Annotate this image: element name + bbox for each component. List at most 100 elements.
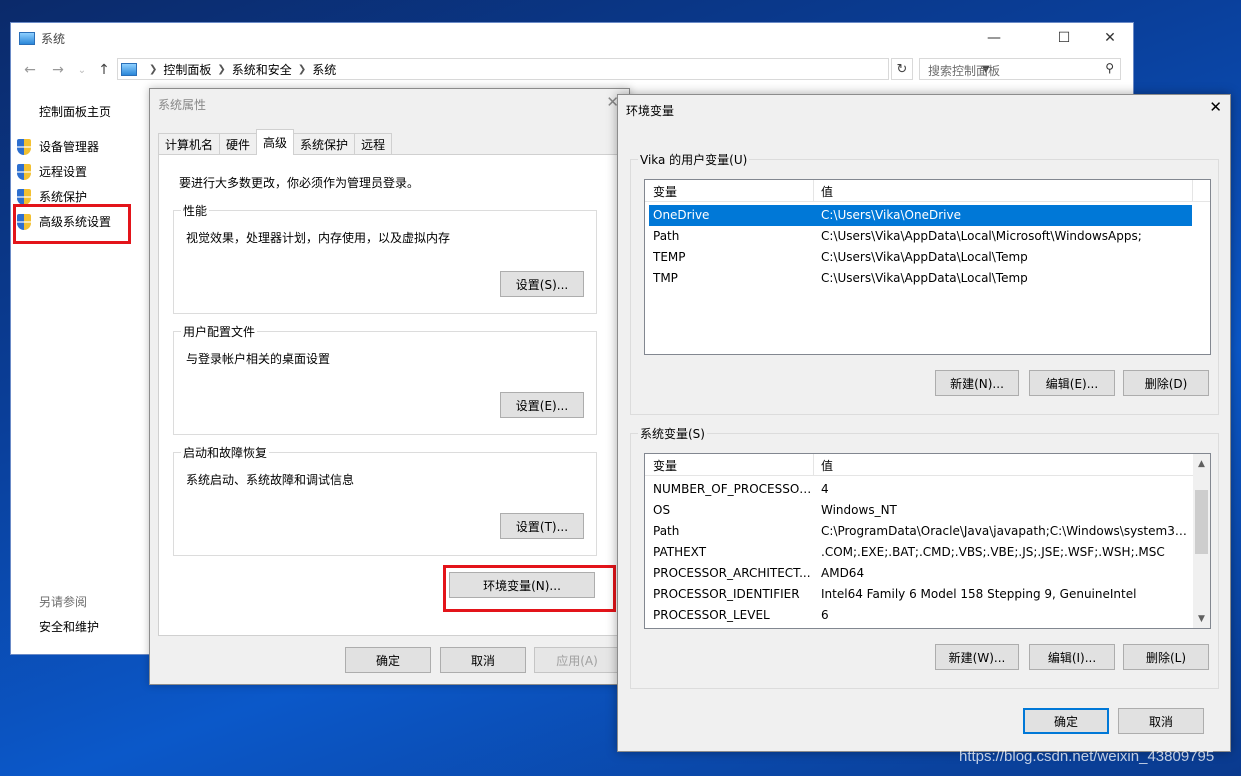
table-row[interactable]: TMP C:\Users\Vika\AppData\Local\Temp	[649, 268, 1192, 289]
user-variables-list[interactable]: 变量 值 OneDrive C:\Users\Vika\OneDrive Pat…	[644, 179, 1211, 355]
user-profiles-settings-button[interactable]: 设置(E)...	[500, 392, 584, 418]
variable-value: C:\Users\Vika\AppData\Local\Microsoft\Wi…	[821, 229, 1142, 243]
shield-icon	[17, 163, 31, 180]
table-row[interactable]: PROCESSOR_LEVEL 6	[649, 605, 1192, 626]
apply-button[interactable]: 应用(A)	[534, 647, 620, 673]
variable-name: OS	[653, 503, 671, 517]
sidebar-item-label: 系统保护	[39, 190, 88, 204]
variable-value: Windows_NT	[821, 503, 897, 517]
back-arrow-icon[interactable]: ←	[19, 59, 41, 81]
breadcrumb-system-security[interactable]: 系统和安全	[232, 61, 292, 78]
variable-value: .COM;.EXE;.BAT;.CMD;.VBS;.VBE;.JS;.JSE;.…	[821, 545, 1165, 559]
close-icon[interactable]: ✕	[1209, 98, 1222, 116]
table-row[interactable]: OS Windows_NT	[649, 500, 1192, 521]
system-delete-button[interactable]: 删除(L)	[1123, 644, 1209, 670]
list-header: 变量 值	[645, 180, 1210, 202]
system-edit-button[interactable]: 编辑(I)...	[1029, 644, 1115, 670]
variable-value: C:\Users\Vika\AppData\Local\Temp	[821, 271, 1028, 285]
column-header-variable[interactable]: 变量	[653, 183, 677, 200]
highlight-box	[13, 204, 131, 244]
column-header-value[interactable]: 值	[821, 183, 833, 200]
address-row: ← → ⌄ ↑ ❯ 控制面板 ❯ 系统和安全 ❯ 系统 ▼ ↻ 搜索控制面板 ⚲	[11, 57, 1133, 83]
table-row[interactable]: TEMP C:\Users\Vika\AppData\Local\Temp	[649, 247, 1192, 268]
control-panel-home-link[interactable]: 控制面板主页	[39, 103, 111, 120]
variable-name: Path	[653, 524, 680, 538]
column-header-value[interactable]: 值	[821, 457, 833, 474]
user-delete-button[interactable]: 删除(D)	[1123, 370, 1209, 396]
group-legend: 用户配置文件	[181, 323, 258, 340]
forward-arrow-icon[interactable]: →	[47, 59, 69, 81]
list-header: 变量 值	[645, 454, 1195, 476]
table-row[interactable]: PROCESSOR_IDENTIFIER Intel64 Family 6 Mo…	[649, 584, 1192, 605]
minimize-button[interactable]: —	[971, 23, 1017, 53]
shield-icon	[17, 188, 31, 205]
ok-button[interactable]: 确定	[345, 647, 431, 673]
performance-settings-button[interactable]: 设置(S)...	[500, 271, 584, 297]
sidebar-item-device-manager[interactable]: 设备管理器	[17, 138, 99, 155]
variable-value: C:\Users\Vika\AppData\Local\Temp	[821, 250, 1028, 264]
cancel-button[interactable]: 取消	[440, 647, 526, 673]
cancel-button[interactable]: 取消	[1118, 708, 1204, 734]
system-properties-dialog: 系统属性 ✕ 计算机名 硬件 高级 系统保护 远程 要进行大多数更改，你必须作为…	[149, 88, 630, 685]
sidebar-item-remote-settings[interactable]: 远程设置	[17, 163, 87, 180]
vertical-scrollbar[interactable]: ▲ ▼	[1193, 454, 1210, 628]
group-description: 与登录帐户相关的桌面设置	[186, 352, 331, 366]
variable-name: PROCESSOR_LEVEL	[653, 608, 770, 622]
chevron-right-icon: ❯	[297, 63, 307, 75]
scroll-down-icon[interactable]: ▼	[1193, 610, 1210, 627]
system-variables-list[interactable]: 变量 值 NUMBER_OF_PROCESSORS 4 OS Windows_N…	[644, 453, 1211, 629]
group-legend: 启动和故障恢复	[181, 444, 270, 461]
close-button[interactable]: ✕	[1087, 23, 1133, 53]
breadcrumb-control-panel[interactable]: 控制面板	[163, 61, 211, 78]
table-row[interactable]: PROCESSOR_ARCHITECT... AMD64	[649, 563, 1192, 584]
variable-value: C:\Users\Vika\OneDrive	[821, 208, 961, 222]
scroll-thumb[interactable]	[1195, 490, 1208, 554]
refresh-icon[interactable]: ↻	[891, 58, 913, 80]
up-arrow-icon[interactable]: ↑	[93, 59, 115, 81]
table-row[interactable]: OneDrive C:\Users\Vika\OneDrive	[649, 205, 1192, 226]
group-description: 系统启动、系统故障和调试信息	[186, 473, 355, 487]
performance-group: 性能 视觉效果，处理器计划，内存使用，以及虚拟内存 设置(S)...	[173, 202, 597, 314]
variable-value: C:\ProgramData\Oracle\Java\javapath;C:\W…	[821, 524, 1189, 538]
tab-remote[interactable]: 远程	[354, 133, 393, 155]
recent-chevron-icon[interactable]: ⌄	[71, 59, 93, 81]
dialog-title: 环境变量	[626, 104, 675, 118]
security-maintenance-link[interactable]: 安全和维护	[39, 618, 99, 635]
variable-name: TEMP	[653, 250, 686, 264]
search-icon[interactable]: ⚲	[1105, 61, 1114, 75]
sidebar-item-system-protection[interactable]: 系统保护	[17, 188, 87, 205]
startup-settings-button[interactable]: 设置(T)...	[500, 513, 584, 539]
user-new-button[interactable]: 新建(N)...	[935, 370, 1019, 396]
table-row[interactable]: NUMBER_OF_PROCESSORS 4	[649, 479, 1192, 500]
admin-note: 要进行大多数更改，你必须作为管理员登录。	[179, 176, 420, 190]
startup-recovery-group: 启动和故障恢复 系统启动、系统故障和调试信息 设置(T)...	[173, 444, 597, 556]
scroll-up-icon[interactable]: ▲	[1193, 455, 1210, 472]
user-edit-button[interactable]: 编辑(E)...	[1029, 370, 1115, 396]
table-row[interactable]: Path C:\Users\Vika\AppData\Local\Microso…	[649, 226, 1192, 247]
tab-computer-name[interactable]: 计算机名	[158, 133, 221, 155]
table-row[interactable]: Path C:\ProgramData\Oracle\Java\javapath…	[649, 521, 1192, 542]
address-bar[interactable]: ❯ 控制面板 ❯ 系统和安全 ❯ 系统 ▼	[117, 58, 990, 80]
user-variables-group: Vika 的用户变量(U) 变量 值 OneDrive C:\Users\Vik…	[630, 151, 1219, 415]
shield-icon	[17, 138, 31, 155]
system-new-button[interactable]: 新建(W)...	[935, 644, 1019, 670]
column-header-variable[interactable]: 变量	[653, 457, 677, 474]
tab-advanced[interactable]: 高级	[256, 129, 295, 155]
variable-name: PROCESSOR_ARCHITECT...	[653, 566, 811, 580]
ok-button[interactable]: 确定	[1023, 708, 1109, 734]
system-variables-group: 系统变量(S) 变量 值 NUMBER_OF_PROCESSORS 4 OS W…	[630, 425, 1219, 689]
computer-icon	[121, 62, 137, 76]
tab-hardware[interactable]: 硬件	[219, 133, 258, 155]
search-input[interactable]: 搜索控制面板 ⚲	[919, 58, 1121, 80]
system-variables-label: 系统变量(S)	[638, 425, 707, 442]
highlight-box	[443, 565, 616, 612]
watermark: https://blog.csdn.net/weixin_43809795	[959, 748, 1215, 765]
column-divider	[1192, 180, 1193, 202]
tab-system-protection[interactable]: 系统保护	[293, 133, 356, 155]
maximize-button[interactable]: ☐	[1041, 23, 1087, 53]
breadcrumb-system[interactable]: 系统	[312, 61, 336, 78]
computer-icon	[19, 31, 35, 45]
dialog-title: 系统属性	[158, 98, 207, 112]
table-row[interactable]: PATHEXT .COM;.EXE;.BAT;.CMD;.VBS;.VBE;.J…	[649, 542, 1192, 563]
variable-name: TMP	[653, 271, 678, 285]
